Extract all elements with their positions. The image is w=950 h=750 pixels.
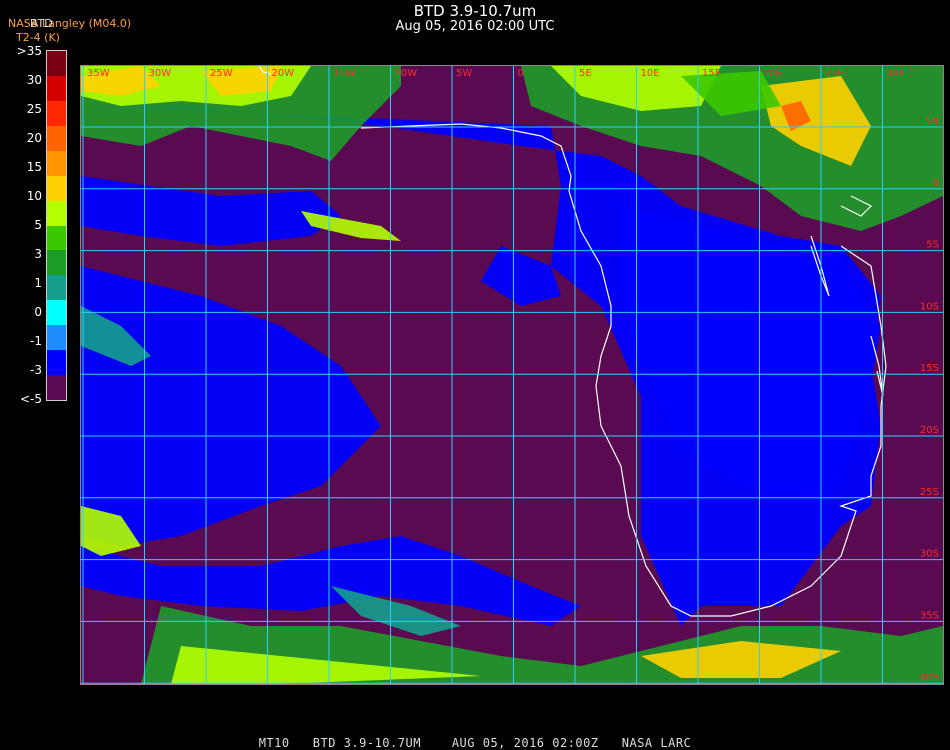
image-timestamp: Aug 05, 2016 02:00 UTC	[395, 19, 555, 34]
longitude-label: 5E	[579, 68, 592, 79]
latitude-label: 40S	[920, 672, 939, 683]
longitude-label: 15E	[702, 68, 721, 79]
longitude-label: 20W	[272, 68, 295, 79]
longitude-label: 10W	[395, 68, 418, 79]
legend-label: 0	[34, 305, 42, 319]
image-title: BTD 3.9-10.7um	[413, 2, 537, 20]
legend-label: 30	[26, 73, 42, 87]
legend-swatch	[47, 300, 66, 326]
producer-label: NASA Langley (M04.0)	[8, 17, 132, 30]
color-legend-bar	[46, 50, 67, 401]
legend-label: >35	[16, 44, 42, 58]
latitude-label: 20S	[920, 425, 939, 436]
legend-swatch	[47, 100, 66, 127]
longitude-label: 30W	[149, 68, 172, 79]
legend-swatch	[47, 325, 66, 351]
longitude-label: 25W	[210, 68, 233, 79]
longitude-label: 30E	[887, 68, 906, 79]
legend-label: 15	[26, 160, 42, 174]
footer-caption: MT10 BTD 3.9-10.7UM AUG 05, 2016 02:00Z …	[258, 736, 692, 750]
legend-swatch	[47, 200, 66, 226]
legend-swatch	[47, 150, 66, 177]
latitude-label: 10S	[920, 301, 939, 312]
latitude-label: 15S	[920, 363, 939, 374]
longitude-label: 20E	[764, 68, 783, 79]
legend-label: 10	[26, 189, 42, 203]
longitude-label: 5W	[456, 68, 472, 79]
legend-label: 1	[34, 276, 42, 290]
legend-label: <-5	[19, 392, 42, 406]
legend-swatch	[47, 75, 66, 102]
longitude-label: 0	[518, 68, 524, 79]
latitude-label: 35S	[920, 610, 939, 621]
legend-swatch	[47, 51, 66, 77]
longitude-label: 25E	[825, 68, 844, 79]
legend-swatch	[47, 175, 66, 202]
legend-label: 25	[26, 102, 42, 116]
latitude-label: 0	[933, 178, 939, 189]
legend-label: 5	[34, 218, 42, 232]
legend-swatch	[47, 250, 66, 276]
legend-swatch	[47, 125, 66, 152]
legend-label: 20	[26, 131, 42, 145]
satellite-map: 35W 30W 25W 20W 15W 10W 5W 0 5E 10E 15E 20E 25E 30E 35…	[80, 65, 944, 685]
legend-title: BTD	[30, 17, 53, 30]
legend-units: T2-4 (K)	[16, 31, 60, 44]
latitude-label: 25S	[920, 487, 939, 498]
legend-swatch	[47, 375, 66, 401]
legend-label: -1	[30, 334, 42, 348]
legend-swatch	[47, 350, 66, 376]
legend-swatch	[47, 225, 66, 251]
longitude-label: 15W	[333, 68, 356, 79]
longitude-label: 10E	[641, 68, 660, 79]
latitude-label: 5S	[926, 240, 939, 251]
legend-label: 3	[34, 247, 42, 261]
longitude-label: 35W	[87, 68, 110, 79]
legend-swatch	[47, 275, 66, 301]
legend-label: -3	[30, 363, 42, 377]
latitude-label: 5N	[925, 116, 939, 127]
latitude-label: 30S	[920, 549, 939, 560]
